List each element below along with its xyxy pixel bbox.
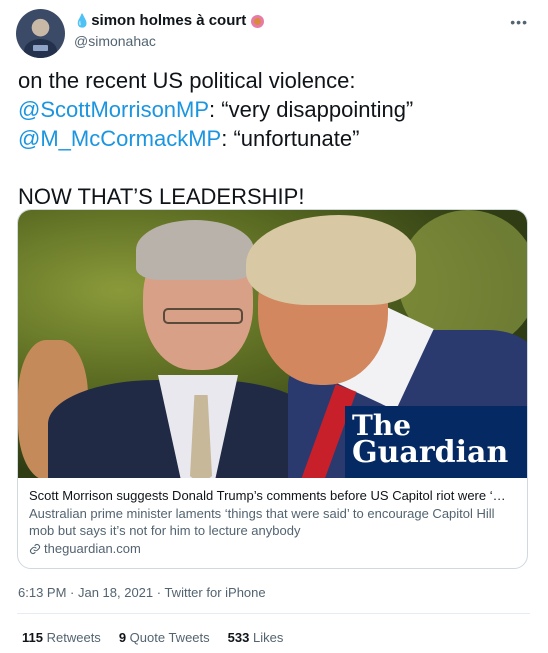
- likes-stat[interactable]: 533 Likes: [228, 630, 284, 645]
- divider: [17, 613, 530, 614]
- quotes-label: Quote Tweets: [129, 630, 210, 645]
- droplet-icon: 💧: [74, 13, 91, 28]
- quote-tweets-stat[interactable]: 9 Quote Tweets: [119, 630, 210, 645]
- card-domain-text: theguardian.com: [44, 541, 141, 556]
- logo-line: Guardian: [352, 435, 509, 470]
- glasses: [163, 308, 243, 324]
- card-domain[interactable]: theguardian.com: [29, 540, 517, 557]
- tweet-timestamp[interactable]: 6:13 PM · Jan 18, 2021 · Twitter for iPh…: [18, 585, 266, 600]
- link-icon: [29, 543, 41, 554]
- tweet-quote: : “unfortunate”: [221, 126, 360, 151]
- tweet-line: on the recent US political violence:: [18, 68, 356, 93]
- tweet-line: @M_McCormackMP: “unfortunate”: [18, 124, 528, 153]
- tweet: 💧 simon holmes à court @simonahac ••• on…: [0, 0, 548, 653]
- retweets-stat[interactable]: 115 Retweets: [22, 630, 101, 645]
- author-handle[interactable]: @simonahac: [74, 33, 264, 49]
- tweet-text: on the recent US political violence: @Sc…: [18, 66, 528, 211]
- card-description: Australian prime minister laments ‘thing…: [29, 506, 495, 538]
- likes-label: Likes: [252, 630, 284, 645]
- mention-link[interactable]: @M_McCormackMP: [18, 126, 221, 151]
- tweet-quote: : “very disappointing”: [209, 97, 414, 122]
- doughnut-icon: [251, 14, 265, 28]
- mention-link[interactable]: @ScottMorrisonMP: [18, 97, 209, 122]
- more-icon[interactable]: •••: [510, 14, 528, 30]
- likes-count: 533: [227, 630, 250, 645]
- card-image[interactable]: The Guardian: [18, 210, 527, 478]
- guardian-logo: The Guardian: [345, 406, 527, 478]
- avatar-badge: [33, 45, 48, 51]
- engagement-stats: 115 Retweets 9 Quote Tweets 533 Likes: [22, 630, 283, 645]
- quotes-count: 9: [118, 630, 127, 645]
- tweet-line: NOW THAT’S LEADERSHIP!: [18, 184, 305, 209]
- author-avatar[interactable]: [16, 9, 65, 58]
- author-name-row[interactable]: 💧 simon holmes à court: [74, 12, 265, 30]
- tweet-header: 💧 simon holmes à court @simonahac: [74, 12, 265, 49]
- person-right-hair: [246, 215, 416, 305]
- card-title[interactable]: Scott Morrison suggests Donald Trump’s c…: [29, 487, 517, 504]
- retweets-label: Retweets: [46, 630, 101, 645]
- link-card[interactable]: The Guardian Scott Morrison suggests Don…: [17, 209, 528, 569]
- person-left-hair: [136, 220, 254, 280]
- author-display-name[interactable]: simon holmes à court: [91, 12, 246, 30]
- retweets-count: 115: [22, 630, 43, 645]
- card-text[interactable]: Scott Morrison suggests Donald Trump’s c…: [18, 478, 527, 557]
- tweet-line: @ScottMorrisonMP: “very disappointing”: [18, 95, 528, 124]
